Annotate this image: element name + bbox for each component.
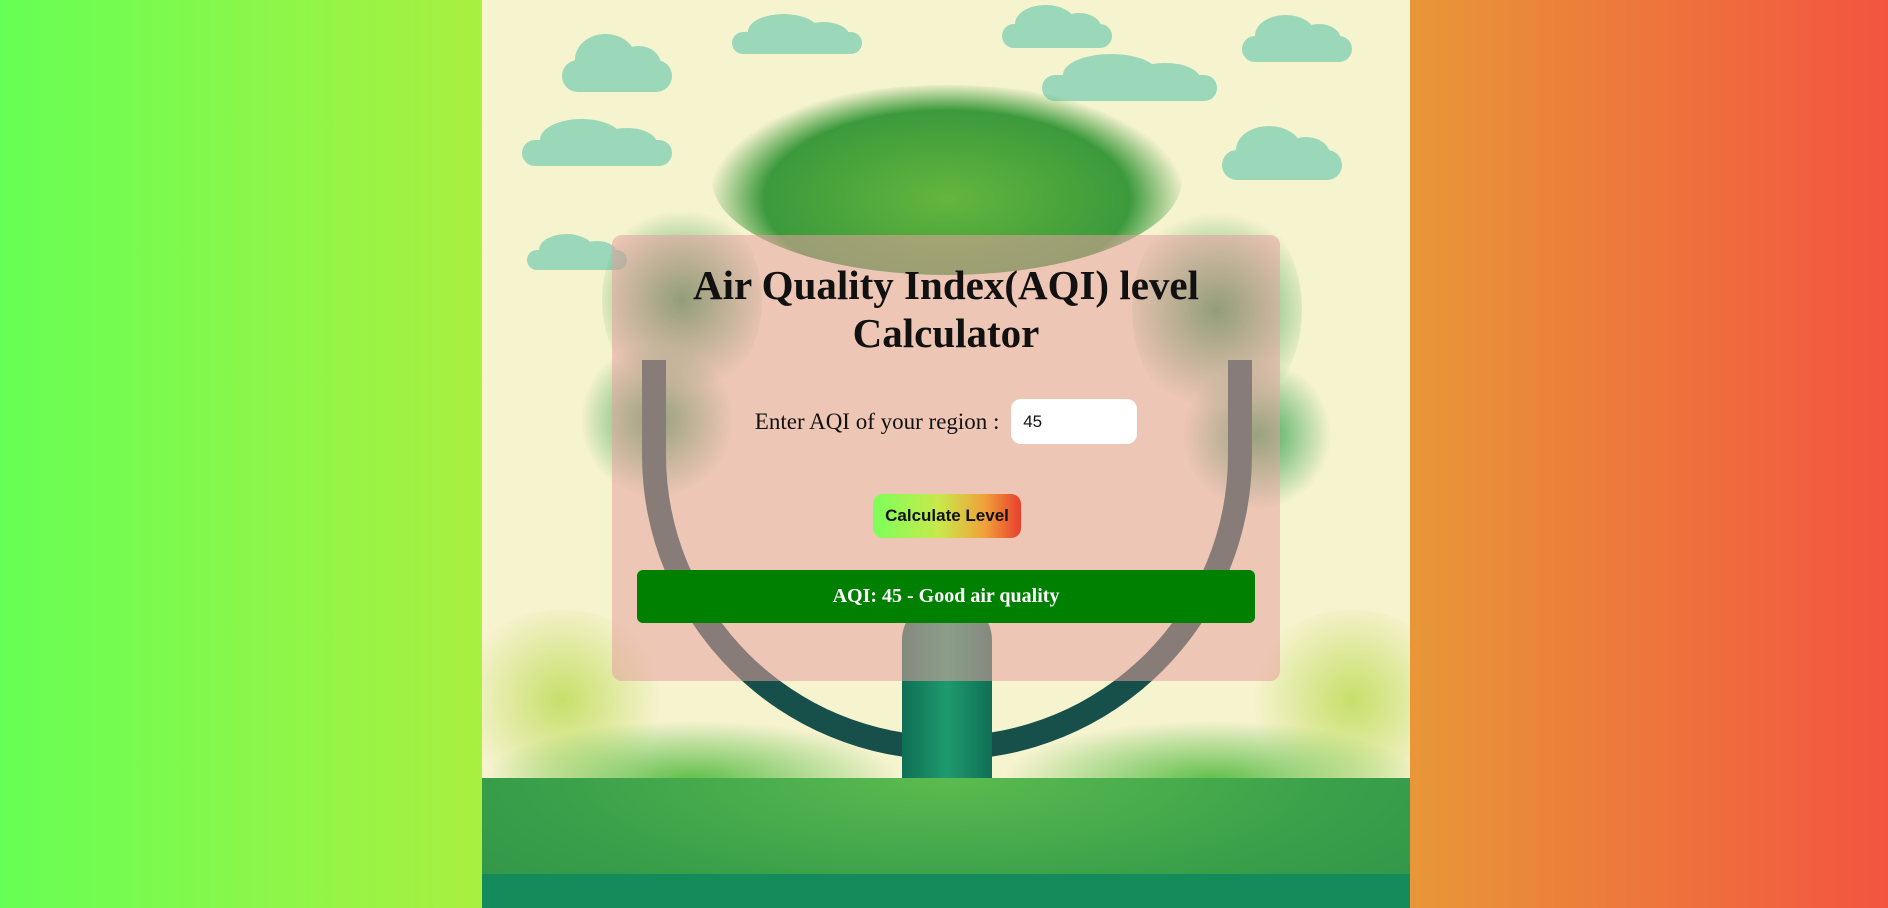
cloud-icon bbox=[732, 14, 862, 54]
aqi-input-row: Enter AQI of your region : bbox=[612, 399, 1280, 444]
cloud-icon bbox=[1242, 15, 1352, 62]
cloud-icon bbox=[562, 34, 672, 92]
cloud-icon bbox=[1042, 54, 1217, 101]
aqi-input[interactable] bbox=[1011, 399, 1138, 444]
page-title: Air Quality Index(AQI) level Calculator bbox=[692, 262, 1200, 356]
cloud-icon bbox=[1002, 4, 1112, 48]
cloud-icon bbox=[1222, 126, 1342, 180]
calculate-level-button[interactable]: Calculate Level bbox=[873, 494, 1021, 538]
calculator-card: Air Quality Index(AQI) level Calculator … bbox=[612, 235, 1280, 681]
ground-strip bbox=[482, 874, 1410, 908]
cloud-icon bbox=[522, 119, 672, 166]
aqi-result-banner: AQI: 45 - Good air quality bbox=[637, 570, 1255, 623]
aqi-input-label: Enter AQI of your region : bbox=[754, 408, 1000, 434]
